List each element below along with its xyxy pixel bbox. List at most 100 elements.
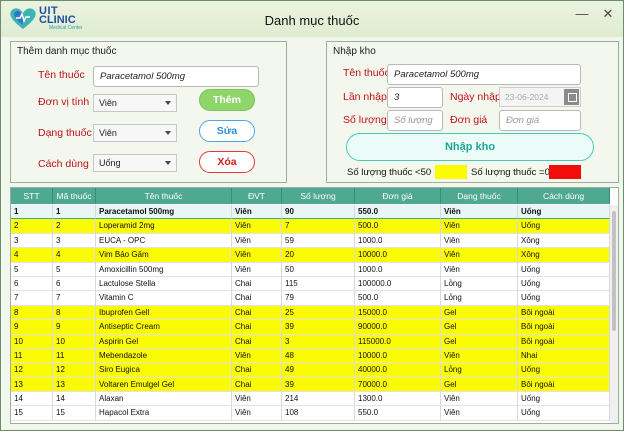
table-cell-sl: 108 <box>282 406 355 421</box>
table-cell-stt: 8 <box>11 305 53 321</box>
table-cell-cach: Xông <box>518 248 610 263</box>
ten-thuoc-input[interactable]: Paracetamol 500mg <box>93 66 259 87</box>
table-cell-ma: 11 <box>53 348 96 364</box>
table-cell-ten: Paracetamol 500mg <box>96 205 232 220</box>
table-cell-ten: Lactulose Stella <box>96 276 232 292</box>
table-cell-sl: 49 <box>282 363 355 378</box>
table-row[interactable]: 8 8 Ibuprofen Gell Chai 25 15000.0 Gel Bôi ngoà… <box>11 305 610 321</box>
table-cell-gia: 70000.0 <box>355 377 441 393</box>
table-cell-ma: 2 <box>53 219 96 234</box>
them-button[interactable]: Thêm <box>199 89 255 111</box>
table-cell-stt: 12 <box>11 363 53 378</box>
column-header-stt[interactable]: STT <box>11 188 53 204</box>
table-cell-sl: 39 <box>282 377 355 393</box>
table-row[interactable]: 4 4 Vim Bảo Gấm Viên 20 10000.0 Viên Xông <box>11 248 610 263</box>
column-header-don-gia[interactable]: Đơn giá <box>355 188 441 204</box>
don-vi-tinh-select[interactable]: Viên <box>93 94 177 112</box>
table-cell-ma: 14 <box>53 392 96 407</box>
table-cell-gia: 100000.0 <box>355 276 441 292</box>
dang-thuoc-select[interactable]: Viên <box>93 124 177 142</box>
so-luong-input[interactable]: Số lượng <box>387 110 443 131</box>
table-cell-dang: Viên <box>441 262 518 277</box>
table-cell-dvt: Chai <box>232 291 282 306</box>
table-row[interactable]: 2 2 Loperamid 2mg Viên 7 500.0 Viên Uống <box>11 219 610 234</box>
table-cell-dang: Viên <box>441 205 518 220</box>
table-cell-cach: Uống <box>518 406 610 421</box>
column-header-ma-thuoc[interactable]: Mã thuốc <box>53 188 96 204</box>
table-cell-dang: Gel <box>441 305 518 321</box>
cach-dung-select[interactable]: Uống <box>93 154 177 172</box>
calendar-icon[interactable] <box>564 89 579 105</box>
table-row[interactable]: 12 12 Siro Eugica Chai 49 40000.0 Lỏng Uống <box>11 363 610 378</box>
scrollbar-thumb[interactable] <box>612 211 616 331</box>
don-gia-input[interactable]: Đơn giá <box>499 110 581 131</box>
table-cell-stt: 9 <box>11 320 53 335</box>
table-row[interactable]: 7 7 Vitamin C Chai 79 500.0 Lỏng Uống <box>11 291 610 306</box>
ngay-nhap-picker[interactable]: 23-06-2024 <box>499 87 581 107</box>
don-gia-label: Đơn giá <box>450 114 488 126</box>
table-scrollbar[interactable] <box>610 205 618 423</box>
column-header-so-luong[interactable]: Số lượng <box>282 188 355 204</box>
table-cell-dang: Gel <box>441 377 518 393</box>
table-cell-stt: 4 <box>11 248 53 263</box>
chevron-down-icon <box>165 161 171 165</box>
table-cell-sl: 214 <box>282 392 355 407</box>
table-row[interactable]: 14 14 Alaxan Viên 214 1300.0 Viên Uống <box>11 392 610 407</box>
medicine-table[interactable]: STT Mã thuốc Tên thuốc ĐVT Số lượng Đơn … <box>10 187 619 424</box>
column-header-cach-dung[interactable]: Cách dùng <box>518 188 610 204</box>
table-header: STT Mã thuốc Tên thuốc ĐVT Số lượng Đơn … <box>11 188 610 204</box>
import-ten-thuoc-input[interactable]: Paracetamol 500mg <box>387 64 581 85</box>
table-cell-dvt: Viên <box>232 219 282 234</box>
table-row[interactable]: 1 1 Paracetamol 500mg Viên 90 550.0 Viên Uống <box>11 205 610 220</box>
window-title: Danh mục thuốc <box>264 13 360 28</box>
minimize-button[interactable]: — <box>573 7 591 21</box>
table-row[interactable]: 6 6 Lactulose Stella Chai 115 100000.0 Lỏng Uốn… <box>11 276 610 292</box>
table-cell-gia: 550.0 <box>355 406 441 421</box>
table-body: 1 1 Paracetamol 500mg Viên 90 550.0 Viên Uống 2 2… <box>11 205 610 421</box>
chevron-down-icon <box>165 101 171 105</box>
table-cell-sl: 59 <box>282 233 355 249</box>
table-cell-dang: Viên <box>441 406 518 421</box>
lan-nhap-input[interactable]: 3 <box>387 87 443 108</box>
column-header-dvt[interactable]: ĐVT <box>232 188 282 204</box>
table-row[interactable]: 13 13 Voltaren Emulgel Gel Chai 39 70000.0 Gel… <box>11 377 610 393</box>
table-cell-gia: 1000.0 <box>355 233 441 249</box>
table-cell-stt: 2 <box>11 219 53 234</box>
chevron-down-icon <box>165 131 171 135</box>
table-row[interactable]: 9 9 Antiseptic Cream Chai 39 90000.0 Gel Bôi ng… <box>11 320 610 335</box>
table-cell-ten: Amoxicillin 500mg <box>96 262 232 277</box>
table-cell-ma: 5 <box>53 262 96 277</box>
table-row[interactable]: 11 11 Mebendazole Viên 48 10000.0 Viên Nhai <box>11 348 610 364</box>
dang-thuoc-value: Viên <box>99 128 117 138</box>
table-cell-dvt: Chai <box>232 276 282 292</box>
main-window: UIT CLINIC Medical Center Danh mục thuốc… <box>0 0 624 431</box>
table-cell-ten: Aspirin Gel <box>96 334 232 349</box>
xoa-button[interactable]: Xóa <box>199 151 255 173</box>
table-cell-ma: 15 <box>53 406 96 421</box>
table-cell-sl: 50 <box>282 262 355 277</box>
table-cell-ma: 10 <box>53 334 96 349</box>
table-cell-cach: Uống <box>518 205 610 220</box>
table-cell-sl: 3 <box>282 334 355 349</box>
table-cell-dvt: Viên <box>232 233 282 249</box>
table-row[interactable]: 15 15 Hapacol Extra Viên 108 550.0 Viên Uống <box>11 406 610 421</box>
table-cell-gia: 500.0 <box>355 219 441 234</box>
table-row[interactable]: 10 10 Aspirin Gel Chai 3 115000.0 Gel Bôi ngoài <box>11 334 610 349</box>
column-header-ten-thuoc[interactable]: Tên thuốc <box>96 188 232 204</box>
close-button[interactable]: ✕ <box>599 7 617 21</box>
table-cell-ma: 12 <box>53 363 96 378</box>
nhap-kho-button[interactable]: Nhập kho <box>346 133 594 161</box>
import-ten-thuoc-label: Tên thuốc <box>343 67 390 79</box>
column-header-dang-thuoc[interactable]: Dạng thuốc <box>441 188 518 204</box>
table-cell-ten: Vim Bảo Gấm <box>96 248 232 263</box>
table-row[interactable]: 5 5 Amoxicillin 500mg Viên 50 1000.0 Viên Uống <box>11 262 610 277</box>
table-row[interactable]: 3 3 EUCA - OPC Viên 59 1000.0 Viên Xông <box>11 233 610 249</box>
add-medicine-panel: Thêm danh mục thuốc Tên thuốc Paracetamo… <box>10 41 287 183</box>
table-cell-gia: 550.0 <box>355 205 441 220</box>
import-panel: Nhập kho Tên thuốc Paracetamol 500mg Lần… <box>326 41 619 183</box>
sua-button[interactable]: Sửa <box>199 120 255 142</box>
don-vi-tinh-value: Viên <box>99 98 117 108</box>
ngay-nhap-label: Ngày nhập <box>450 91 501 103</box>
table-cell-ten: Vitamin C <box>96 291 232 306</box>
table-cell-dvt: Viên <box>232 205 282 220</box>
